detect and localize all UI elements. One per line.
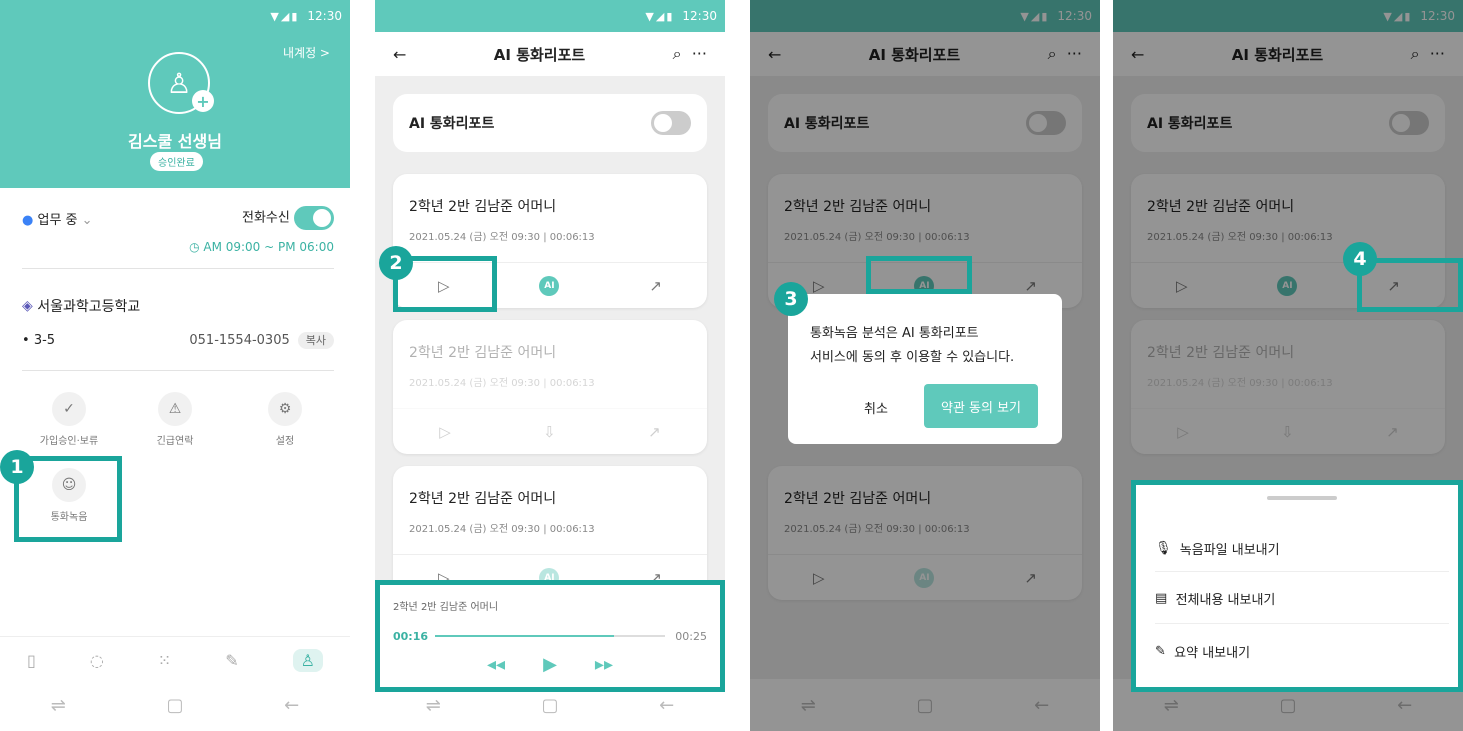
bottom-tab-bar: ▯ ◌ ⁙ ✎ ♙ <box>0 636 350 684</box>
menu-approve-label: 가입승인·보류 <box>39 436 99 447</box>
work-status-select[interactable]: ● 업무 중 ⌄ <box>22 209 93 228</box>
call-receive-toggle[interactable] <box>294 206 334 230</box>
share-icon[interactable]: ↗ <box>649 277 662 295</box>
ai-report-label: AI 통화리포트 <box>409 116 495 132</box>
view-terms-button[interactable]: 약관 동의 보기 <box>924 384 1038 428</box>
school-row: ◈ 서울과학고등학교 <box>22 296 334 316</box>
download-icon[interactable]: ⇩ <box>543 423 556 441</box>
divider <box>22 370 334 371</box>
tab-phone-icon[interactable]: ▯ <box>27 651 36 670</box>
screen-home: ▼◢▮ 12:30 내계정 > ♙ + 김스쿨 선생님 승인완료 ● 업무 중 ⌄… <box>0 0 350 731</box>
call-date: 2021.05.24 (금) 오전 09:30 | 00:06:13 <box>409 232 595 243</box>
highlight-box <box>866 256 972 294</box>
recent-apps-icon[interactable]: ⇌ <box>403 695 463 716</box>
highlight-box <box>375 580 725 692</box>
call-hours-row: ◷ AM 09:00 ~ PM 06:00 <box>22 240 334 254</box>
menu-settings[interactable]: ⚙ 설정 <box>250 392 320 447</box>
check-circle-icon: ✓ <box>52 392 86 426</box>
back-icon[interactable]: ← <box>262 695 322 716</box>
siren-icon: ⚠ <box>158 392 192 426</box>
work-status-row: ● 업무 중 ⌄ 전화수신 <box>22 206 334 230</box>
screen-export-sheet: ▼◢▮ 12:30 ← AI 통화리포트 ⌕ ··· AI 통화리포트 2학년 2… <box>1113 0 1463 731</box>
call-receive-label: 전화수신 <box>242 210 290 226</box>
menu-approve[interactable]: ✓ 가입승인·보류 <box>34 392 104 447</box>
clock: 12:30 <box>682 9 717 23</box>
dialog-line-2: 서비스에 동의 후 이용할 수 있습니다. <box>810 350 1015 365</box>
step-badge: 3 <box>774 282 808 316</box>
menu-emergency[interactable]: ⚠ 긴급연락 <box>140 392 210 447</box>
step-badge: 1 <box>0 450 34 484</box>
signal-icon: ▼◢▮ <box>270 9 300 23</box>
call-hours: AM 09:00 ~ PM 06:00 <box>203 240 334 254</box>
highlight-box <box>1131 480 1463 692</box>
tab-dialpad-icon[interactable]: ⁙ <box>158 651 171 670</box>
call-date: 2021.05.24 (금) 오전 09:30 | 00:06:13 <box>409 378 595 389</box>
share-icon[interactable]: ↗ <box>648 423 661 441</box>
recent-apps-icon[interactable]: ⇌ <box>28 695 88 716</box>
dialog-message: 통화녹음 분석은 AI 통화리포트 서비스에 동의 후 이용할 수 있습니다. <box>810 322 1014 370</box>
home-icon[interactable]: ▢ <box>520 695 580 716</box>
school-name: 서울과학고등학교 <box>37 299 141 315</box>
more-icon[interactable]: ··· <box>692 44 707 63</box>
class-label: 3-5 <box>33 332 56 348</box>
person-icon: ♙ <box>166 66 192 100</box>
tab-profile-icon[interactable]: ♙ <box>292 649 323 672</box>
gear-icon: ⚙ <box>268 392 302 426</box>
page-title: AI 통화리포트 <box>493 45 586 64</box>
caller-name: 2학년 2반 김남준 어머니 <box>409 345 557 361</box>
teacher-name: 김스쿨 선생님 <box>128 132 222 151</box>
add-photo-icon[interactable]: + <box>192 90 214 112</box>
list-item[interactable]: 2학년 2반 김남준 어머니 2021.05.24 (금) 오전 09:30 |… <box>393 320 707 454</box>
clock: 12:30 <box>307 9 342 23</box>
ai-report-toggle[interactable] <box>651 111 691 135</box>
clock-icon: ◷ <box>189 240 204 254</box>
signal-icon: ▼◢▮ <box>645 9 675 23</box>
play-icon[interactable]: ▷ <box>439 423 451 441</box>
status-bar: ▼◢▮ 12:30 <box>0 0 350 32</box>
step-badge: 4 <box>1343 242 1377 276</box>
app-header: ← AI 통화리포트 ⌕ ··· <box>375 32 725 76</box>
work-status-label: 업무 중 <box>37 212 78 228</box>
phone-number: 051-1554-0305 <box>189 333 290 348</box>
tab-chat-icon[interactable]: ◌ <box>90 651 104 670</box>
screen-consent-dialog: ▼◢▮ 12:30 ← AI 통화리포트 ⌕ ··· AI 통화리포트 2학년 2… <box>750 0 1100 731</box>
tab-edit-icon[interactable]: ✎ <box>225 651 238 670</box>
system-nav-bar: ⇌ ▢ ← <box>0 679 350 731</box>
ai-icon[interactable]: AI <box>539 275 560 296</box>
menu-emergency-label: 긴급연락 <box>156 436 194 447</box>
approval-badge: 승인완료 <box>150 152 203 171</box>
my-account-link[interactable]: 내계정 > <box>283 44 330 61</box>
caller-name: 2학년 2반 김남준 어머니 <box>409 491 557 507</box>
ai-report-toggle-card: AI 통화리포트 <box>393 94 707 152</box>
copy-button[interactable]: 복사 <box>297 332 334 349</box>
call-date: 2021.05.24 (금) 오전 09:30 | 00:06:13 <box>409 524 595 535</box>
step-badge: 2 <box>379 246 413 280</box>
back-icon[interactable]: ← <box>637 695 697 716</box>
divider <box>22 268 334 269</box>
consent-dialog: 통화녹음 분석은 AI 통화리포트 서비스에 동의 후 이용할 수 있습니다. … <box>788 294 1062 444</box>
screen-call-report: ▼◢▮ 12:30 ← AI 통화리포트 ⌕ ··· AI 통화리포트 2학년 2… <box>375 0 725 731</box>
home-icon[interactable]: ▢ <box>145 695 205 716</box>
chevron-down-icon: ⌄ <box>81 212 93 228</box>
dialog-line-1: 통화녹음 분석은 AI 통화리포트 <box>810 326 979 341</box>
menu-settings-label: 설정 <box>275 436 295 447</box>
search-icon[interactable]: ⌕ <box>673 44 682 63</box>
caller-name: 2학년 2반 김남준 어머니 <box>409 199 557 215</box>
school-logo-icon: ◈ <box>22 298 38 314</box>
class-row: • 3-5 051-1554-0305 복사 <box>22 332 334 349</box>
status-bar: ▼◢▮ 12:30 <box>375 0 725 32</box>
cancel-button[interactable]: 취소 <box>864 398 888 417</box>
back-arrow-icon[interactable]: ← <box>393 45 406 64</box>
